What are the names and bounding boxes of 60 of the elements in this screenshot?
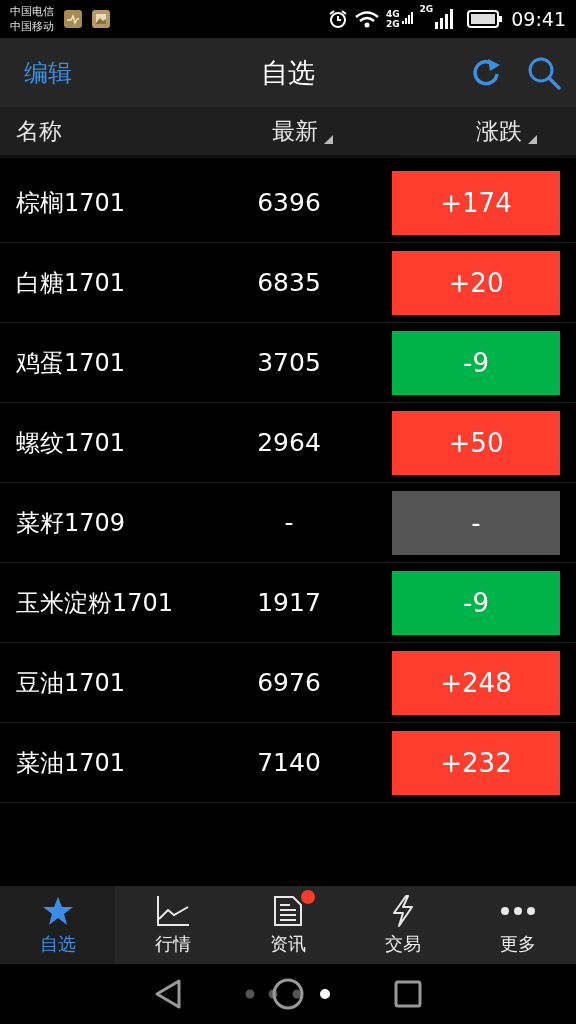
edit-button[interactable]: 编辑 — [24, 56, 72, 89]
price-value: 6835 — [256, 268, 322, 297]
instrument-name: 棕榈1701 — [15, 187, 127, 219]
network-label: 2G — [385, 19, 400, 29]
tab-item[interactable]: 更多 — [460, 886, 576, 964]
instrument-name: 菜油1701 — [15, 747, 127, 779]
line-chart-icon — [155, 895, 190, 927]
alarm-icon — [327, 9, 348, 29]
price-value: - — [283, 508, 295, 537]
change-badge: -9 — [392, 330, 560, 395]
change-badge: +174 — [392, 170, 560, 235]
column-header: 名称 — [16, 116, 62, 146]
instrument-name: 玉米淀粉1701 — [15, 587, 175, 619]
column-header[interactable]: 最新 — [272, 115, 333, 147]
price-value: 6976 — [256, 668, 322, 697]
carrier-name: 中国电信 — [10, 4, 54, 19]
instrument-name: 鸡蛋1701 — [15, 347, 127, 379]
signal-icon — [435, 8, 454, 30]
app-icon — [64, 10, 82, 28]
instrument-name: 豆油1701 — [15, 667, 127, 699]
star-icon — [41, 896, 74, 926]
carrier-name: 中国移动 — [10, 19, 54, 34]
home-button[interactable] — [272, 978, 304, 1010]
page-dots-icon — [245, 989, 331, 999]
price-value: 2964 — [256, 428, 322, 457]
tab-item[interactable]: 交易 — [345, 886, 461, 964]
home-icon — [272, 978, 304, 1010]
tab-item[interactable]: 自选 — [0, 886, 116, 964]
gallery-icon — [92, 10, 110, 28]
network-label: 2G — [419, 4, 434, 14]
sort-icon — [324, 134, 333, 144]
battery-icon — [467, 10, 504, 28]
recents-button[interactable] — [394, 980, 422, 1008]
back-button[interactable] — [154, 979, 182, 1009]
network-label: 4G — [385, 9, 400, 19]
instrument-name: 螺纹1701 — [15, 427, 127, 459]
sort-icon — [528, 134, 537, 144]
instrument-name: 白糖1701 — [15, 267, 127, 299]
back-icon — [154, 979, 182, 1009]
tab-item[interactable]: 资讯 — [230, 886, 346, 964]
change-badge: +248 — [392, 650, 560, 715]
recents-icon — [394, 980, 422, 1008]
more-icon — [500, 906, 537, 916]
change-badge: +232 — [392, 730, 560, 795]
lightning-icon — [391, 895, 416, 927]
price-value: 6396 — [256, 188, 322, 217]
change-badge: - — [392, 490, 560, 555]
price-value: 1917 — [256, 588, 322, 617]
wifi-icon — [353, 10, 380, 28]
change-badge: -9 — [392, 570, 560, 635]
tab-item[interactable]: 行情 — [115, 886, 231, 964]
clock-time: 09:41 — [511, 8, 566, 30]
change-badge: +50 — [392, 410, 560, 475]
change-badge: +20 — [392, 250, 560, 315]
column-header[interactable]: 涨跌 — [476, 115, 537, 147]
instrument-name: 菜籽1709 — [15, 507, 127, 539]
price-value: 7140 — [256, 748, 322, 777]
document-icon — [273, 895, 303, 927]
screen-title: 自选 — [260, 55, 316, 90]
price-value: 3705 — [256, 348, 322, 377]
